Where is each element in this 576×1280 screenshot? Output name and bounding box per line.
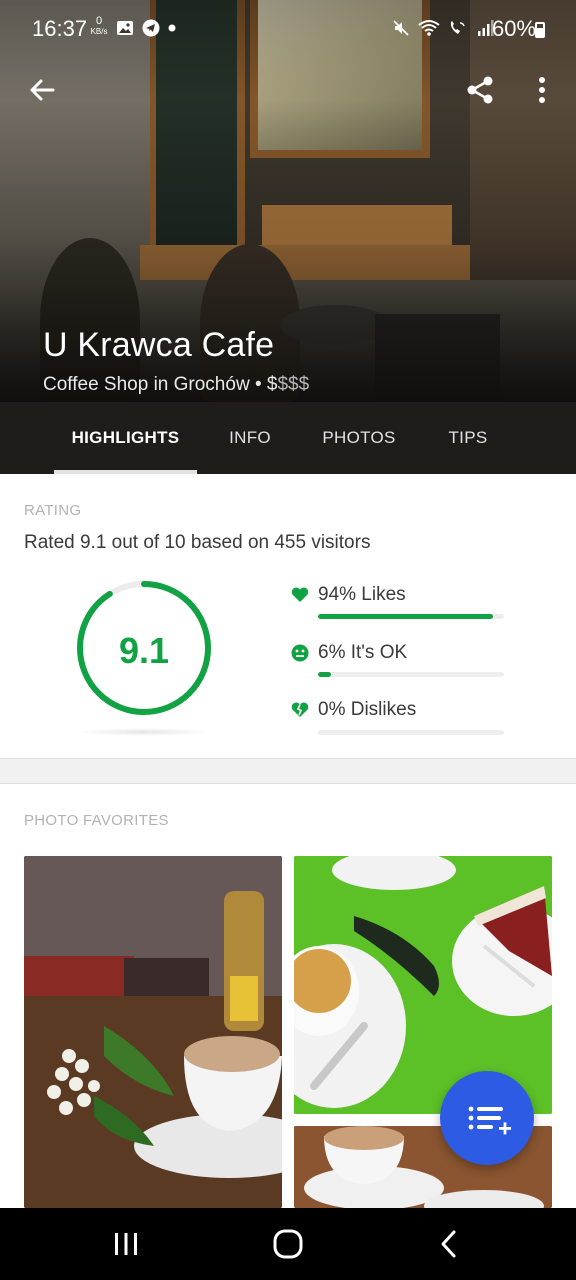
tab-tips[interactable]: TIPS [430,402,506,474]
system-icons [392,19,494,37]
photo-coffee-flowers [24,856,282,1208]
wifi-calling-icon [450,21,465,34]
stat-ok-label: 6% It's OK [318,642,408,663]
section-divider [0,758,576,784]
gauge-shadow [76,728,212,736]
rating-section-label: RATING [24,502,82,519]
dot-icon [168,24,176,32]
telegram-icon [142,19,160,37]
venue-subtitle: Coffee Shop in Grochów • $$$$ [43,374,309,396]
tab-info[interactable]: INFO [210,402,290,474]
stat-ok-fill [318,672,332,677]
system-nav-bar [0,1208,576,1280]
battery-percent: 60% [492,16,537,41]
battery-icon [535,22,545,38]
net-speed-unit: KB/s [90,27,108,36]
add-to-list-icon [468,1106,511,1135]
rating-summary: Rated 9.1 out of 10 based on 455 visitor… [24,532,371,553]
broken-heart-icon [291,702,309,717]
stat-likes-label: 94% Likes [318,584,406,605]
stat-dislikes-bar [318,730,504,735]
wifi-icon [418,20,440,36]
net-speed: 0 KB/s [88,15,110,37]
price-tier-inactive: $$$ [277,374,310,395]
more-vert-icon[interactable] [530,74,554,106]
back-arrow-icon[interactable] [26,74,58,106]
recents-icon[interactable] [104,1222,148,1266]
status-time: 16:37 [32,16,88,41]
price-tier-active: $ [266,374,278,395]
tab-photos[interactable]: PHOTOS [306,402,412,474]
rating-score: 9.1 [118,630,170,671]
stat-dislikes-label: 0% Dislikes [318,699,417,720]
add-to-list-button[interactable] [440,1071,534,1165]
tab-highlights[interactable]: HIGHLIGHTS [54,402,197,474]
photos-section-label: PHOTO FAVORITES [24,812,169,829]
mute-icon [393,20,409,36]
photo-favorite[interactable] [24,856,282,1208]
tab-indicator [54,470,197,474]
home-icon[interactable] [266,1222,310,1266]
heart-icon [291,587,309,602]
notification-icons [116,19,176,37]
back-icon[interactable] [428,1222,472,1266]
stat-likes-fill [318,614,493,619]
share-icon[interactable] [464,74,496,106]
stat-ok-bar [318,672,504,677]
gallery-icon [117,21,133,35]
venue-category: Coffee Shop in Grochów • [43,374,267,395]
neutral-face-icon [291,644,309,662]
venue-name: U Krawca Cafe [43,326,275,364]
status-bar: 16:37 0 KB/s 60% [0,0,576,56]
net-speed-value: 0 [95,15,103,27]
tab-bar: HIGHLIGHTS INFO PHOTOS TIPS [0,402,576,474]
stat-likes-bar [318,614,504,619]
